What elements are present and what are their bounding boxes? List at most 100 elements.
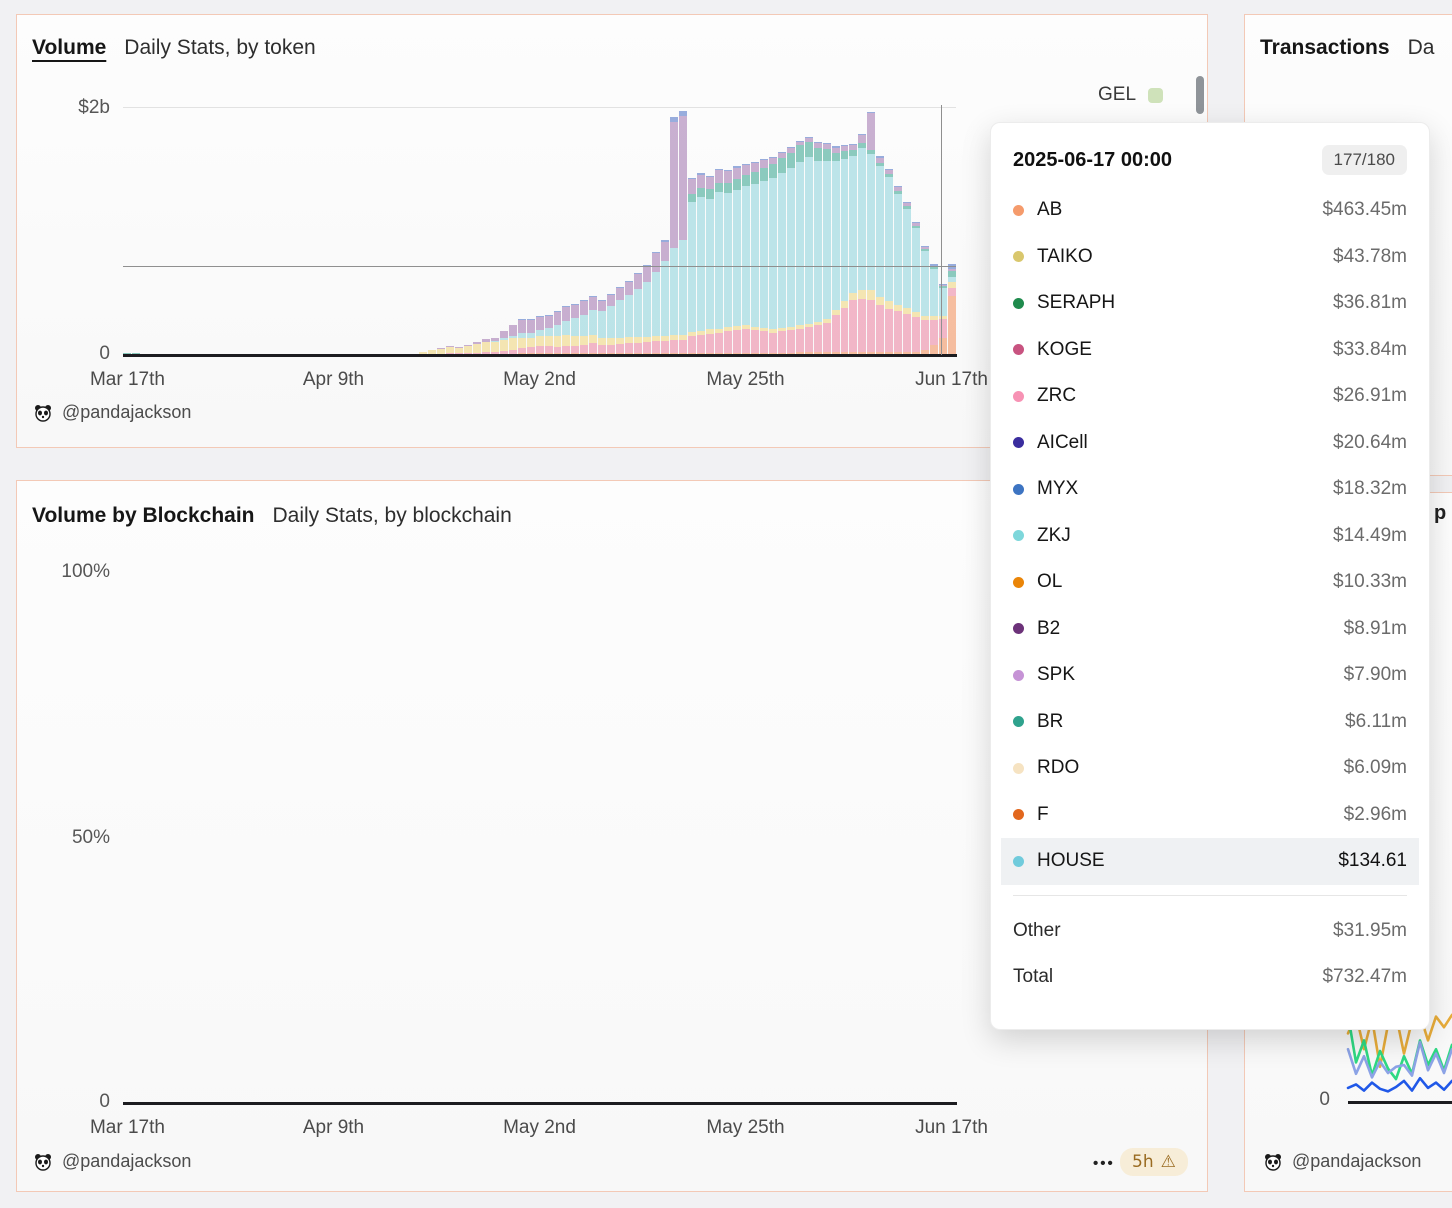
x-axis-tick-label: May 25th	[681, 369, 811, 391]
stacked-bar	[814, 142, 822, 355]
blockchain-y-zero-label: 0	[60, 1091, 110, 1113]
stacked-bar	[661, 240, 669, 355]
volume-legend-item-gel[interactable]: GEL	[1098, 84, 1163, 106]
tooltip-row-label: AB	[1037, 199, 1062, 221]
series-dot-icon	[1013, 763, 1024, 774]
stacked-bar	[536, 316, 544, 355]
stacked-bar	[805, 137, 813, 355]
tooltip-row-label: OL	[1037, 571, 1062, 593]
tooltip-row-label: SPK	[1037, 664, 1075, 686]
series-dot-icon	[1013, 484, 1024, 495]
stacked-bar	[867, 112, 875, 355]
stacked-bar	[598, 300, 606, 355]
stacked-bar	[509, 325, 517, 355]
tooltip-total-value: $732.47m	[1322, 966, 1407, 988]
stacked-bar	[625, 281, 633, 355]
tooltip-divider	[1013, 895, 1407, 896]
stacked-bar	[832, 146, 840, 355]
tooltip-other-value: $31.95m	[1333, 920, 1407, 942]
tooltip-row-value: $36.81m	[1333, 292, 1407, 314]
tooltip-row-label: ZRC	[1037, 385, 1076, 407]
series-dot-icon	[1013, 344, 1024, 355]
blockchain-attribution[interactable]: @pandajackson	[34, 1151, 191, 1172]
tooltip-row: SERAPH $36.81m	[1013, 280, 1407, 327]
stacked-bar	[715, 169, 723, 355]
tooltip-row-value: $6.11m	[1345, 711, 1407, 733]
volume-attribution[interactable]: @pandajackson	[34, 402, 191, 423]
tooltip-row-value: $33.84m	[1333, 339, 1407, 361]
series-dot-icon	[1013, 670, 1024, 681]
panel-menu-button[interactable]: •••	[1093, 1155, 1115, 1172]
tooltip-row-label: B2	[1037, 618, 1060, 640]
transactions-panel-title[interactable]: Transactions	[1260, 36, 1390, 59]
blockchain-y-100-label: 100%	[40, 561, 110, 583]
stacked-bar	[849, 144, 857, 355]
tooltip-row: ZRC$26.91m	[1013, 373, 1407, 420]
stacked-bar	[527, 319, 535, 355]
tooltip-row-label: MYX	[1037, 478, 1078, 500]
stacked-bar	[643, 265, 651, 355]
gel-swatch-icon	[1148, 88, 1163, 103]
volume-y-zero-label: 0	[60, 343, 110, 365]
stacked-bar	[670, 117, 678, 355]
stacked-bar	[742, 164, 750, 355]
tooltip-row-value: $10.33m	[1333, 571, 1407, 593]
x-axis-tick-label: May 2nd	[475, 1117, 605, 1139]
panda-icon	[34, 404, 52, 422]
stacked-bar	[885, 169, 893, 355]
stacked-bar	[876, 156, 884, 355]
tooltip-row-value: $463.45m	[1322, 199, 1407, 221]
tooltip-row-value: $43.78m	[1333, 246, 1407, 268]
bottom-right-attribution-handle: @pandajackson	[1292, 1151, 1421, 1172]
series-dot-icon	[1013, 530, 1024, 541]
stacked-bar	[500, 331, 508, 355]
tooltip-date: 2025-06-17 00:00	[1013, 149, 1172, 172]
tooltip-row-value: $2.96m	[1344, 804, 1407, 826]
stacked-bar	[518, 319, 526, 355]
mini-chart-x-axis	[1348, 1101, 1452, 1104]
stacked-bar	[554, 311, 562, 355]
stacked-bar	[930, 264, 938, 355]
stacked-bar	[948, 264, 956, 355]
bottom-right-panel-title-fragment: p	[1434, 502, 1446, 525]
tooltip-row-value: $18.32m	[1333, 478, 1407, 500]
stacked-bar	[778, 152, 786, 355]
data-age-label: 5h	[1132, 1152, 1154, 1172]
volume-x-axis	[123, 354, 957, 357]
series-dot-icon	[1013, 577, 1024, 588]
tooltip-row: BR$6.11m	[1013, 699, 1407, 746]
blockchain-attribution-handle: @pandajackson	[62, 1151, 191, 1172]
tooltip-row-label: F	[1037, 804, 1049, 826]
tooltip-other-row: Other $31.95m	[1013, 908, 1407, 954]
data-age-badge[interactable]: 5h ⚠	[1120, 1148, 1188, 1176]
tooltip-row: SPK$7.90m	[1013, 652, 1407, 699]
stacked-bar	[580, 300, 588, 355]
tooltip-row: OL $10.33m	[1013, 559, 1407, 606]
tooltip-row-value: $20.64m	[1333, 432, 1407, 454]
chart-tooltip: 2025-06-17 00:00 177/180 AB $463.45m TAIKO…	[990, 122, 1430, 1030]
tooltip-row: HOUSE$134.61	[1001, 838, 1419, 885]
tooltip-row: AB $463.45m	[1013, 187, 1407, 234]
tooltip-row-label: SERAPH	[1037, 292, 1115, 314]
tooltip-row: TAIKO $43.78m	[1013, 234, 1407, 281]
x-axis-tick-label: Mar 17th	[62, 369, 192, 391]
tooltip-row: KOGE $33.84m	[1013, 327, 1407, 374]
tooltip-row-label: AICell	[1037, 432, 1088, 454]
volume-legend-scrollbar[interactable]	[1196, 76, 1204, 114]
volume-crosshair-vertical	[941, 105, 942, 355]
x-axis-tick-label: Jun 17th	[887, 1117, 1017, 1139]
series-dot-icon	[1013, 856, 1024, 867]
tooltip-total-row: Total $732.47m	[1013, 954, 1407, 1000]
volume-panel-title[interactable]: Volume	[32, 36, 106, 59]
mini-line-blue	[1348, 1078, 1452, 1091]
tooltip-count-badge: 177/180	[1322, 145, 1407, 175]
tooltip-row-label: TAIKO	[1037, 246, 1093, 268]
bottom-right-attribution[interactable]: @pandajackson	[1264, 1151, 1421, 1172]
series-dot-icon	[1013, 298, 1024, 309]
blockchain-panel-title[interactable]: Volume by Blockchain	[32, 504, 255, 527]
stacked-bar	[491, 338, 499, 355]
blockchain-x-axis	[123, 1102, 957, 1105]
series-dot-icon	[1013, 205, 1024, 216]
tooltip-row-label: KOGE	[1037, 339, 1092, 361]
panda-icon	[34, 1153, 52, 1171]
